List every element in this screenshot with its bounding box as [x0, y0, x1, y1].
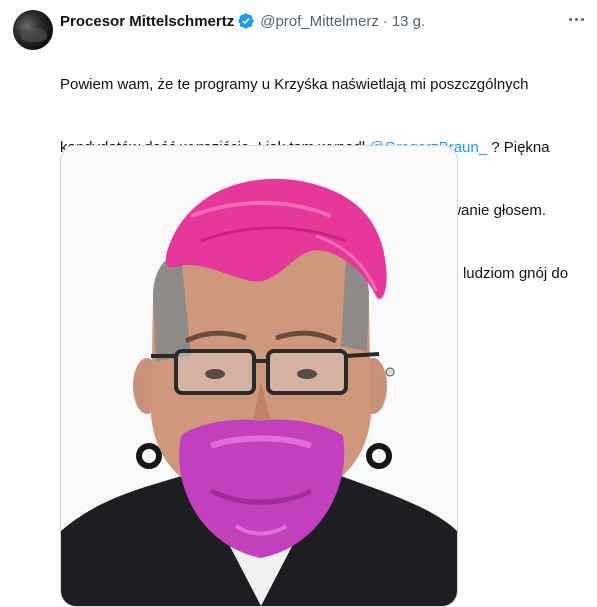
author-name[interactable]: Procesor Mittelschmertz: [60, 13, 234, 30]
author-avatar[interactable]: [13, 10, 53, 50]
tweet-header: Procesor Mittelschmertz @prof_Mittelmerz…: [60, 11, 585, 31]
tweet-card[interactable]: Procesor Mittelschmertz @prof_Mittelmerz…: [0, 0, 597, 607]
tweet-timestamp[interactable]: 13 g.: [392, 13, 425, 30]
tweet-text-line: Powiem wam, że te programy u Krzyśka naś…: [60, 76, 529, 93]
tweet-text-segment: ? Piękna: [487, 139, 550, 156]
separator-dot: ·: [382, 12, 388, 30]
author-handle[interactable]: @prof_Mittelmerz: [260, 13, 379, 30]
more-horizontal-icon[interactable]: [565, 10, 587, 28]
portrait-image: [61, 146, 457, 606]
tweet-media-image[interactable]: [60, 145, 458, 607]
verified-badge-icon: [238, 13, 254, 29]
